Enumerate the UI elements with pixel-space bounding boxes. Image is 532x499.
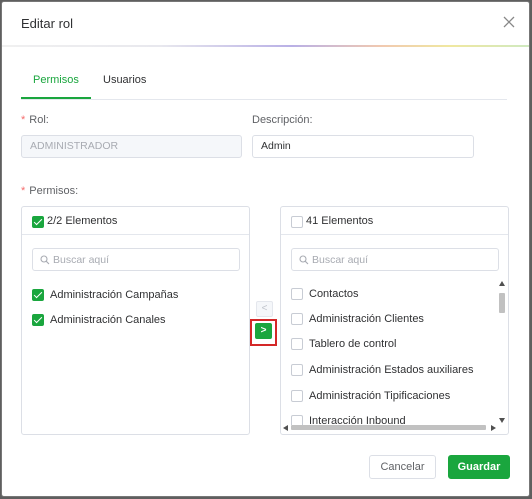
- item-checkbox[interactable]: [291, 364, 303, 376]
- left-search-input[interactable]: [53, 249, 203, 270]
- right-list-horizontal-scrollbar[interactable]: [283, 424, 496, 432]
- item-label: Contactos: [309, 288, 359, 300]
- rol-label-colon: :: [45, 114, 49, 126]
- item-label: Administración Tipificaciones: [309, 390, 451, 402]
- right-list: Contactos Administración Clientes Tabler…: [281, 279, 497, 425]
- required-mark: *: [21, 114, 26, 126]
- active-tab-indicator: [21, 97, 91, 99]
- permisos-label-text: Permisos: [29, 185, 76, 197]
- transfer-right-count: 41 Elementos: [306, 215, 374, 227]
- search-icon: [299, 255, 309, 265]
- descripcion-label-colon: :: [309, 114, 313, 126]
- item-checkbox[interactable]: [291, 313, 303, 325]
- item-checkbox[interactable]: [291, 338, 303, 350]
- item-checkbox[interactable]: [291, 288, 303, 300]
- item-label: Administración Canales: [50, 314, 166, 326]
- item-checkbox[interactable]: [32, 314, 44, 326]
- item-checkbox[interactable]: [291, 390, 303, 402]
- transfer-right-panel: 41 Elementos Contactos Administración Cl…: [280, 206, 509, 435]
- descripcion-input[interactable]: Admin: [252, 135, 474, 158]
- rol-input: ADMINISTRADOR: [21, 135, 242, 158]
- item-label: Administración Campañas: [50, 289, 179, 301]
- descripcion-label-text: Descripción: [252, 114, 310, 126]
- item-label: Tablero de control: [309, 338, 397, 350]
- transfer-left-count: 2/2 Elementos: [47, 215, 118, 227]
- tab-usuarios[interactable]: Usuarios: [103, 74, 146, 86]
- edit-role-dialog: Editar rol Permisos Usuarios * Rol: ADMIN…: [1, 1, 530, 497]
- transfer-left-header: 2/2 Elementos: [22, 207, 249, 235]
- item-label: Administración Clientes: [309, 313, 424, 325]
- rol-label: * Rol:: [21, 114, 49, 126]
- select-all-right-checkbox[interactable]: [291, 216, 303, 228]
- scroll-right-arrow-icon[interactable]: [491, 425, 496, 431]
- item-label: Administración Estados auxiliares: [309, 364, 474, 376]
- item-checkbox[interactable]: [32, 289, 44, 301]
- transfer-left-panel: 2/2 Elementos Administración Campañas Ad…: [21, 206, 250, 435]
- transfer-right-header: 41 Elementos: [281, 207, 508, 235]
- tab-permisos[interactable]: Permisos: [33, 74, 79, 86]
- permisos-label: * Permisos:: [21, 185, 78, 197]
- tabs-bar: Permisos Usuarios: [21, 68, 507, 100]
- right-list-vertical-scrollbar[interactable]: [498, 279, 506, 425]
- move-to-right-button[interactable]: >: [255, 323, 272, 339]
- cancel-button[interactable]: Cancelar: [369, 455, 436, 479]
- right-search-input[interactable]: [312, 249, 462, 270]
- select-all-left-checkbox[interactable]: [32, 216, 44, 228]
- header-accent-line: [2, 45, 529, 47]
- dialog-title: Editar rol: [21, 16, 74, 31]
- horizontal-scroll-thumb[interactable]: [291, 425, 486, 430]
- scroll-up-arrow-icon[interactable]: [499, 281, 505, 286]
- permisos-label-colon: :: [75, 185, 79, 197]
- dialog-header: Editar rol: [2, 2, 529, 47]
- rol-label-text: Rol: [29, 114, 46, 126]
- search-icon: [40, 255, 50, 265]
- required-mark: *: [21, 185, 26, 197]
- descripcion-label: Descripción:: [252, 114, 313, 126]
- left-search-box[interactable]: [32, 248, 240, 271]
- save-button[interactable]: Guardar: [448, 455, 510, 479]
- right-search-box[interactable]: [291, 248, 499, 271]
- vertical-scroll-thumb[interactable]: [499, 293, 505, 313]
- close-icon[interactable]: [502, 15, 516, 29]
- move-to-left-button[interactable]: <: [256, 301, 273, 317]
- scroll-left-arrow-icon[interactable]: [283, 425, 288, 431]
- scroll-down-arrow-icon[interactable]: [499, 418, 505, 423]
